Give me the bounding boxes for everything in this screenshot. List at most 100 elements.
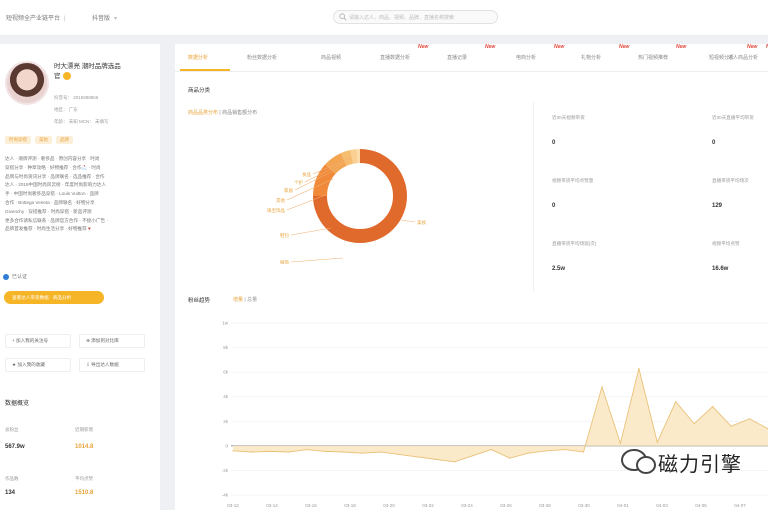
- new-badge: New: [554, 44, 565, 50]
- y-tick-label: 0: [225, 443, 228, 448]
- trend-point: [250, 451, 253, 453]
- profile-tags: 时尚穿搭 美妆 品牌: [5, 136, 77, 144]
- tag[interactable]: 品牌: [56, 136, 73, 144]
- stat-label: 总粉丝: [5, 427, 19, 432]
- tab-3[interactable]: 直播数据分析: [380, 54, 410, 61]
- tab-category-distribution[interactable]: 商品品类分布: [188, 110, 218, 116]
- trend-point: [638, 367, 640, 370]
- watermark-text: 磁力引擎: [658, 452, 742, 476]
- y-tick-label: -2k: [222, 468, 229, 473]
- trend-point: [509, 457, 511, 459]
- breadcrumb-version[interactable]: 抖音版 ▾: [92, 13, 117, 22]
- stat-label: 平均点赞: [75, 476, 93, 481]
- tab-9[interactable]: 达人商品分析: [728, 54, 758, 61]
- trend-point: [472, 455, 474, 457]
- tab-6[interactable]: 礼物分析: [581, 54, 601, 61]
- tab-7[interactable]: 热门视频推荐: [638, 54, 668, 61]
- profile-name: 时大漂亮 潮时品牌选品官: [54, 63, 121, 81]
- y-tick-label: 2k: [223, 419, 229, 424]
- verified-badge-icon: [62, 72, 71, 81]
- stat-label: 直播带货平均场次: [712, 178, 749, 183]
- donut-leader-line: [400, 219, 416, 223]
- x-tick-label: 03-12: [227, 503, 239, 508]
- heart-icon: ♥: [87, 226, 91, 232]
- x-tick-label: 03-14: [266, 503, 278, 508]
- top-bar: 短视频全产业链平台 | 抖音版 ▾ 请输入达人、商品、视频、品牌、直播名称搜索: [0, 0, 768, 36]
- stat-value: 2.5w: [552, 266, 566, 272]
- section-title: 商品分类: [188, 88, 211, 94]
- trend-point: [748, 418, 751, 420]
- stat-value: 134: [5, 490, 16, 496]
- new-badge: New: [747, 44, 758, 50]
- x-tick-label: 04-01: [617, 503, 629, 508]
- trend-point: [601, 386, 603, 388]
- trend-title: 粉丝趋势: [188, 298, 211, 304]
- favorite-button[interactable]: ★ 加入我的收藏: [5, 358, 71, 372]
- donut-leader-line: [290, 227, 332, 236]
- profile-account: 抖音号： 2016888866: [54, 95, 99, 100]
- x-tick-label: 03-16: [305, 503, 317, 508]
- avatar: [5, 61, 49, 105]
- x-tick-label: 03-18: [344, 503, 356, 508]
- trend-point: [343, 451, 345, 453]
- donut-slice-4: [350, 149, 358, 164]
- stat-label: 视频带货平均点赞量: [552, 178, 594, 183]
- tab-bar: 数据分析 粉丝数据分析 商品视频 直播数据分析 New 直播记录 New 电商分析 New 礼物分…: [175, 44, 768, 72]
- breadcrumb-home[interactable]: 短视频全产业链平台 |: [6, 13, 66, 22]
- distribution-caption: 商品品类分布 | 商品销售额分布: [188, 109, 257, 116]
- tag[interactable]: 时尚穿搭: [5, 136, 31, 144]
- category-donut-chart: 美妆服饰 鞋包 珠宝饰品 其他 家居个护食品: [267, 149, 426, 264]
- trend-point: [435, 458, 437, 460]
- trend-point: [730, 425, 732, 427]
- stat-label: 直播带货平均场观(次): [552, 241, 597, 246]
- tab-0[interactable]: 数据分析: [188, 54, 208, 61]
- view-sales-data-button[interactable]: 查看达人带货数据 · 商品分析: [4, 291, 104, 304]
- tab-2[interactable]: 商品视频: [321, 54, 341, 61]
- export-button[interactable]: ⇩ 导出达人数据: [79, 358, 145, 372]
- x-tick-label: 03-26: [500, 503, 512, 508]
- x-tick-label: 04-07: [734, 503, 746, 508]
- trend-point: [453, 461, 455, 463]
- tab-sales-distribution[interactable]: | 商品销售额分布: [218, 110, 257, 116]
- stat-value: 1014.8: [75, 444, 94, 450]
- trend-point: [379, 451, 382, 453]
- search-placeholder: 请输入达人、商品、视频、品牌、直播名称搜索: [349, 15, 455, 21]
- overview-title: 数据概览: [5, 401, 30, 407]
- y-tick-label: 6k: [223, 370, 229, 375]
- x-tick-label: 04-03: [656, 503, 668, 508]
- x-tick-label: 03-30: [578, 503, 590, 508]
- trend-increment-toggle[interactable]: 增量: [233, 297, 243, 303]
- tab-4[interactable]: 直播记录: [447, 54, 467, 61]
- trend-point: [564, 448, 566, 451]
- trend-total-toggle[interactable]: | 总量: [243, 297, 257, 303]
- stat-label: 近30天视频带货: [552, 115, 585, 120]
- y-tick-label: 4k: [223, 394, 229, 399]
- tab-5[interactable]: 电商分析: [516, 54, 536, 61]
- stat-label: 近30天直播平均带货: [712, 115, 754, 120]
- trend-point: [324, 450, 326, 452]
- profile-panel: 时大漂亮 潮时品牌选品官 抖音号： 2016888866 地区： 广东 年龄： …: [0, 44, 160, 510]
- stat-value: 1510.8: [75, 490, 94, 496]
- trend-point: [232, 450, 234, 452]
- donut-leader-line: [290, 257, 344, 263]
- trend-point: [619, 442, 622, 444]
- verified-icon: [3, 273, 9, 280]
- tab-1[interactable]: 粉丝数据分析: [247, 54, 277, 61]
- add-compare-button[interactable]: ⊕ 添加到对比库: [79, 334, 145, 348]
- trend-point: [582, 451, 585, 453]
- new-badge: New: [676, 44, 687, 50]
- stat-value: 0: [712, 140, 716, 146]
- fans-trend-chart: 1w 8k 6k 4k 2k 0 -2k -4k 03-12 03-14 03-16 03-18 03-…: [222, 321, 768, 508]
- profile-mcn: 年龄： 未知 MCN： 未填写: [54, 119, 109, 124]
- trend-point: [269, 450, 271, 452]
- follow-button[interactable]: + 加入我的关注号: [5, 334, 71, 348]
- trend-point: [675, 401, 677, 403]
- active-tab-underline: [180, 69, 230, 71]
- trend-point: [306, 448, 308, 451]
- trend-point: [287, 451, 289, 453]
- tag[interactable]: 美妆: [35, 136, 52, 144]
- x-tick-label: 03-24: [461, 503, 473, 508]
- stat-value: 0: [552, 140, 556, 146]
- trend-point: [416, 456, 419, 458]
- search-input[interactable]: 请输入达人、商品、视频、品牌、直播名称搜索: [333, 10, 498, 24]
